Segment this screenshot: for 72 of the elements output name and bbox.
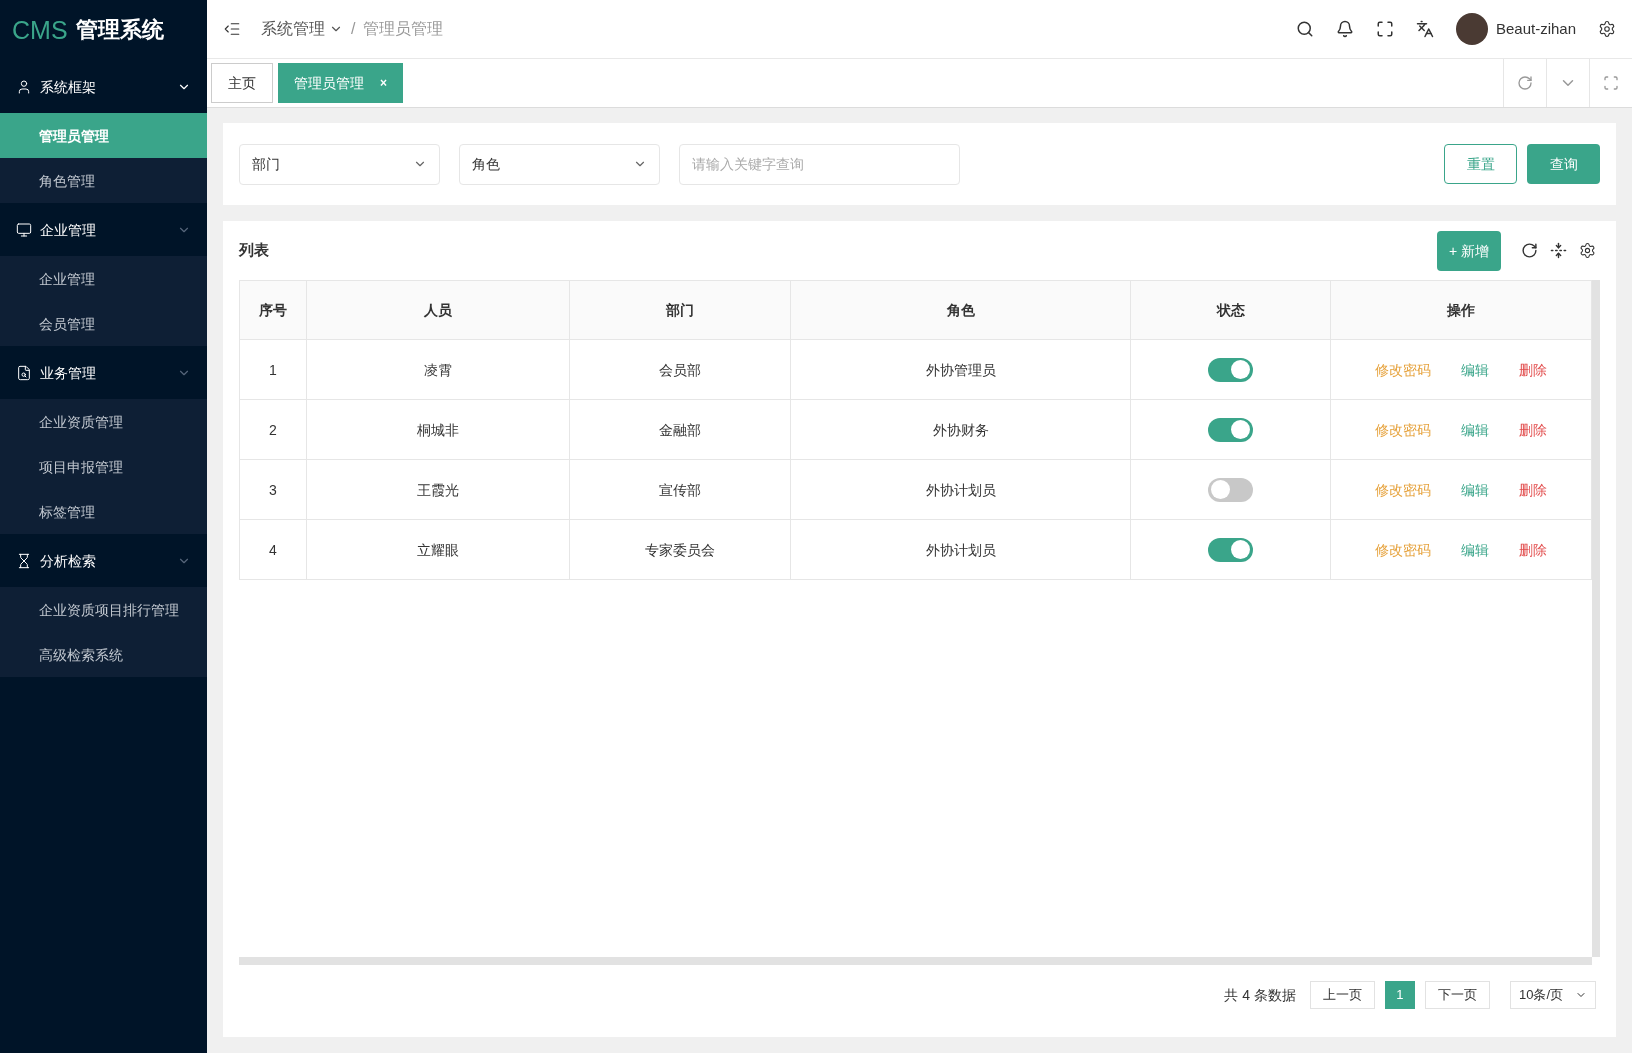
sidebar-item[interactable]: 企业资质管理 <box>0 399 207 444</box>
column-header: 部门 <box>569 281 790 339</box>
table-cell-text: 4 <box>268 540 278 560</box>
total-count: 共 4 条数据 <box>1224 986 1296 1005</box>
user-name[interactable]: Beaut-zihan <box>1495 17 1576 41</box>
table-cell: 凌霄 <box>306 340 569 399</box>
action-link[interactable]: 删除 <box>1519 539 1547 560</box>
column-height-icon[interactable] <box>1550 242 1567 259</box>
action-link[interactable]: 删除 <box>1519 419 1547 440</box>
table-cell: 外协管理员 <box>790 340 1130 399</box>
logo-brand: CMS <box>12 17 68 43</box>
sidebar-item[interactable]: 企业管理 <box>0 256 207 301</box>
toggle-switch[interactable] <box>1208 357 1253 382</box>
toggle-switch[interactable] <box>1208 477 1253 502</box>
table-cell: 专家委员会 <box>569 520 790 579</box>
table-cell: 金融部 <box>569 400 790 459</box>
column-header: 角色 <box>790 281 1130 339</box>
table-cell: 外协计划员 <box>790 460 1130 519</box>
column-header: 状态 <box>1130 281 1330 339</box>
column-header: 人员 <box>306 281 569 339</box>
list-title: 列表 <box>239 240 270 261</box>
page-size-select[interactable]: 10条/页 <box>1509 981 1596 1009</box>
next-page-button[interactable]: 下一页 <box>1424 981 1490 1009</box>
column-header: 序号 <box>258 301 288 320</box>
table-cell: 外协计划员 <box>790 520 1130 579</box>
logo-title: 管理系统 <box>75 19 164 41</box>
search-icon[interactable] <box>1295 20 1314 38</box>
table-cell-text: 1 <box>268 360 278 380</box>
prev-page-button[interactable]: 上一页 <box>1309 981 1375 1009</box>
table-cell: 会员部 <box>569 340 790 399</box>
sidebar-group[interactable]: 分析检索 <box>0 534 207 587</box>
translate-icon[interactable] <box>1415 20 1434 38</box>
page-tab[interactable]: 主页 <box>211 63 273 103</box>
menu-icon[interactable] <box>223 20 241 38</box>
sidebar-item[interactable]: 高级检索系统 <box>0 632 207 677</box>
table-cell: 桐城非 <box>306 400 569 459</box>
monitor-icon <box>16 221 32 238</box>
bell-icon[interactable] <box>1335 20 1354 38</box>
hourglass-icon <box>16 552 32 569</box>
settings-icon[interactable] <box>1598 20 1616 38</box>
user-icon <box>16 78 32 95</box>
sidebar-item[interactable]: 企业资质项目排行管理 <box>0 587 207 632</box>
sidebar-item[interactable]: 会员管理 <box>0 301 207 346</box>
toggle-switch[interactable] <box>1208 417 1253 442</box>
table-cell: 立耀眼 <box>306 520 569 579</box>
vertical-scrollbar[interactable] <box>1592 280 1600 957</box>
fullscreen-icon[interactable] <box>1375 20 1394 38</box>
settings-icon[interactable] <box>1579 242 1596 259</box>
sidebar-group[interactable]: 业务管理 <box>0 346 207 399</box>
select-field[interactable]: 角色 <box>459 143 660 185</box>
table-cell: 外协财务 <box>790 400 1130 459</box>
breadcrumb-separator: / <box>351 19 356 39</box>
document-search-icon <box>16 364 32 381</box>
table-cell: 宣传部 <box>569 460 790 519</box>
breadcrumb-item[interactable]: 系统管理 <box>261 17 325 41</box>
column-header: 操作 <box>1330 281 1591 339</box>
avatar[interactable] <box>1455 13 1488 45</box>
horizontal-scrollbar[interactable] <box>239 957 1592 965</box>
sidebar-item[interactable]: 角色管理 <box>0 158 207 203</box>
select-field[interactable]: 部门 <box>239 143 440 185</box>
sidebar-group[interactable]: 企业管理 <box>0 203 207 256</box>
table-cell-text: 2 <box>268 420 278 440</box>
action-link[interactable]: 删除 <box>1519 479 1547 500</box>
sidebar-item[interactable]: 标签管理 <box>0 489 207 534</box>
table-cell-text: 3 <box>268 480 278 500</box>
refresh-icon[interactable] <box>1521 242 1538 259</box>
toggle-switch[interactable] <box>1208 537 1253 562</box>
sidebar-group[interactable]: 系统框架 <box>0 60 207 113</box>
action-link[interactable]: 删除 <box>1519 359 1547 380</box>
table-cell: 王霞光 <box>306 460 569 519</box>
keyword-input[interactable]: 请输入关键字查询 <box>679 143 960 185</box>
sidebar-item[interactable]: 项目申报管理 <box>0 444 207 489</box>
